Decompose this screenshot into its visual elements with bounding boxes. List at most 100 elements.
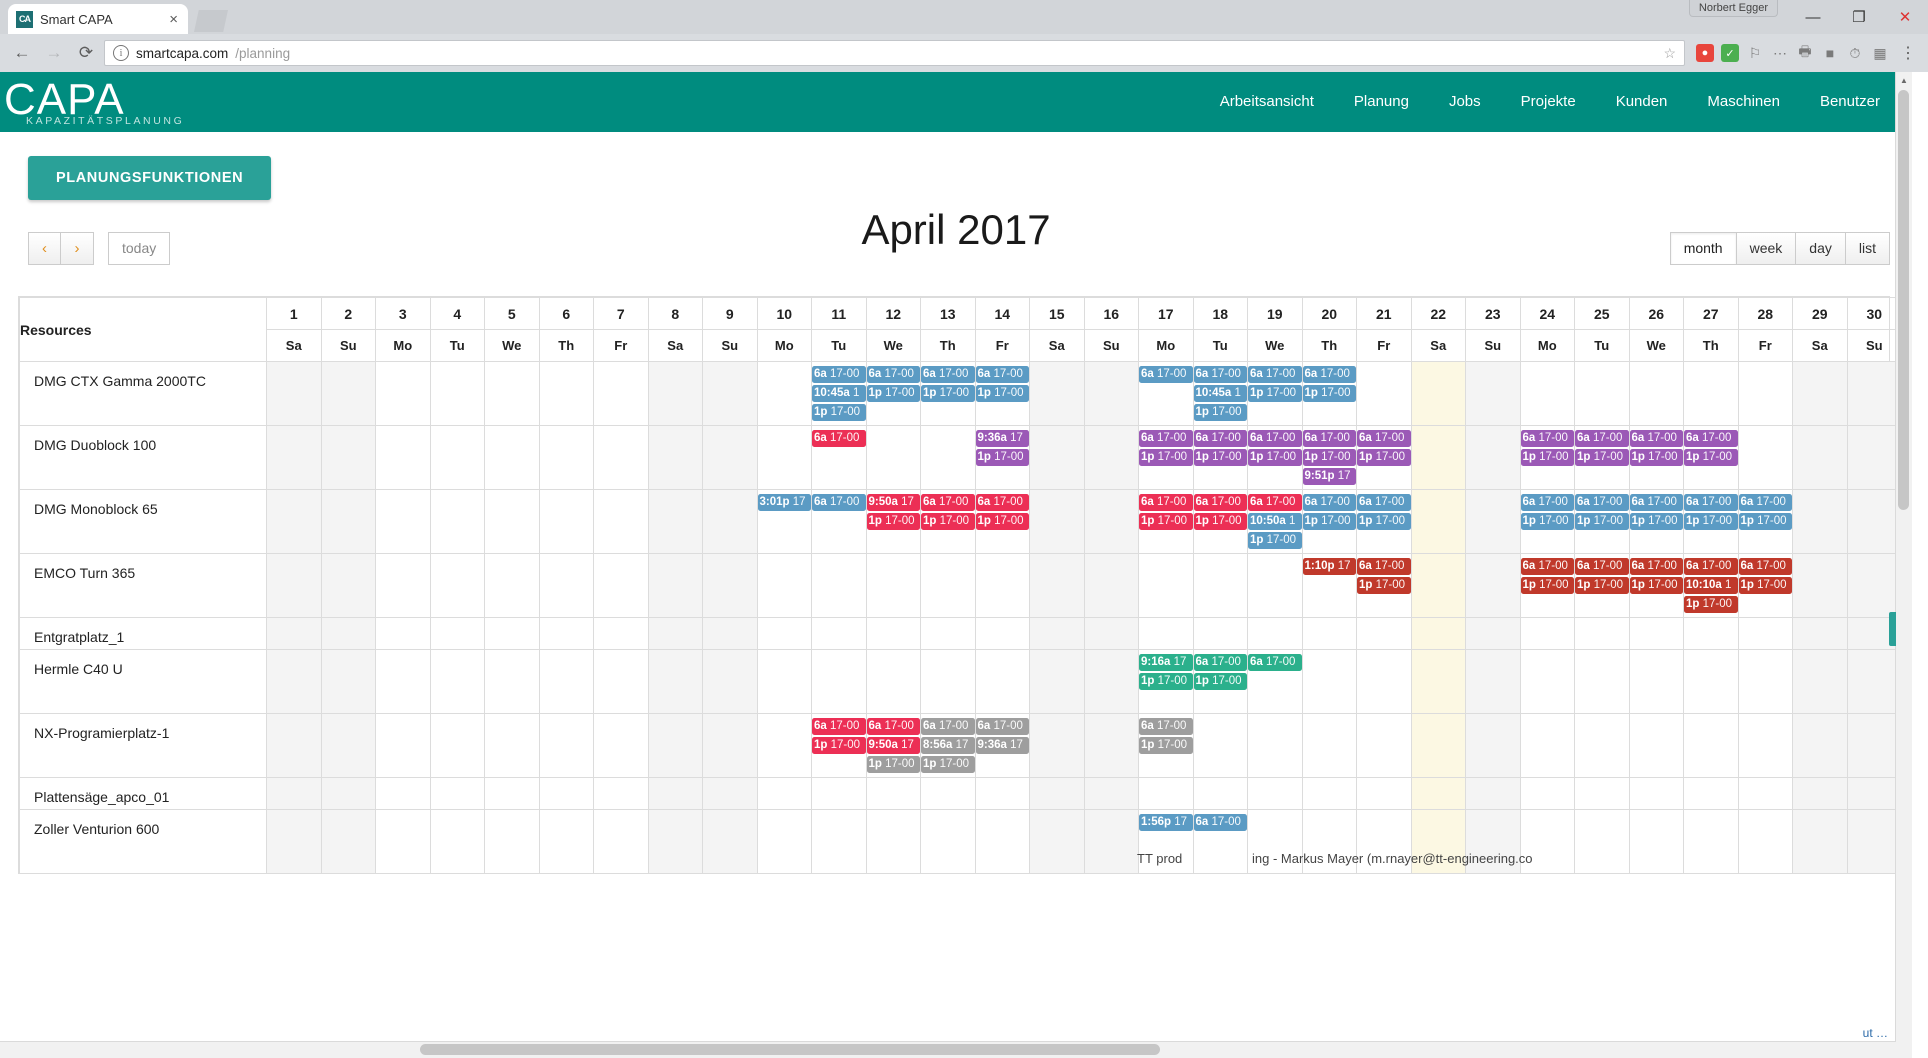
calendar-event[interactable]: 6a 17-00 bbox=[1139, 718, 1193, 735]
calendar-cell[interactable] bbox=[920, 553, 976, 618]
calendar-event[interactable]: 1p 17-00 bbox=[1248, 449, 1302, 466]
calendar-cell[interactable] bbox=[1192, 617, 1248, 650]
calendar-cell[interactable] bbox=[1519, 361, 1575, 426]
resource-name[interactable]: DMG Monoblock 65 bbox=[19, 489, 267, 554]
calendar-cell[interactable] bbox=[811, 649, 867, 714]
calendar-cell[interactable] bbox=[538, 553, 594, 618]
browser-profile-chip[interactable]: Norbert Egger bbox=[1688, 0, 1778, 17]
calendar-cell[interactable] bbox=[647, 489, 703, 554]
calendar-cell[interactable]: 6a 17-00 1p 17-00 bbox=[1356, 553, 1412, 618]
browser-tab[interactable]: CA Smart CAPA × bbox=[8, 4, 188, 34]
calendar-cell[interactable]: 6a 17-00 1p 17-00 bbox=[974, 361, 1030, 426]
calendar-cell[interactable] bbox=[1792, 361, 1848, 426]
calendar-cell[interactable] bbox=[1356, 713, 1412, 778]
calendar-cell[interactable] bbox=[1356, 361, 1412, 426]
calendar-cell[interactable] bbox=[702, 425, 758, 490]
calendar-cell[interactable] bbox=[266, 489, 322, 554]
calendar-cell[interactable]: 6a 17-00 1p 17-00 bbox=[1247, 425, 1303, 490]
view-week-button[interactable]: week bbox=[1736, 231, 1797, 265]
view-day-button[interactable]: day bbox=[1796, 231, 1846, 265]
calendar-event[interactable]: 1p 17-00 bbox=[1575, 577, 1629, 594]
calendar-event[interactable]: 6a 17-00 bbox=[1629, 430, 1683, 447]
calendar-event[interactable]: 1p 17-00 bbox=[1357, 577, 1411, 594]
calendar-event[interactable]: 1p 17-00 bbox=[1193, 513, 1247, 530]
calendar-cell[interactable] bbox=[1247, 617, 1303, 650]
calendar-event[interactable]: 10:10a 1 bbox=[1684, 577, 1738, 594]
calendar-cell[interactable]: 6a 17-00 1p 17-00 bbox=[1737, 489, 1793, 554]
calendar-cell[interactable] bbox=[865, 553, 921, 618]
calendar-cell[interactable] bbox=[1792, 489, 1848, 554]
calendar-cell[interactable] bbox=[1574, 617, 1630, 650]
resource-name[interactable]: EMCO Turn 365 bbox=[19, 553, 267, 618]
calendar-cell[interactable] bbox=[702, 361, 758, 426]
calendar-cell[interactable] bbox=[593, 425, 649, 490]
resource-name[interactable]: Plattensäge_apco_01 bbox=[19, 777, 267, 810]
calendar-cell[interactable] bbox=[1846, 425, 1902, 490]
browser-menu-icon[interactable]: ⋮ bbox=[1896, 43, 1920, 63]
calendar-event[interactable]: 1p 17-00 bbox=[1520, 577, 1574, 594]
nav-item-maschinen[interactable]: Maschinen bbox=[1687, 72, 1800, 132]
calendar-cell[interactable]: 6a 17-00 bbox=[811, 489, 867, 554]
calendar-cell[interactable] bbox=[756, 361, 812, 426]
calendar-event[interactable]: 1:56p 17 bbox=[1139, 814, 1193, 831]
calendar-cell[interactable] bbox=[538, 617, 594, 650]
calendar-cell[interactable]: 6a 17-00 1p 17-00 bbox=[1519, 425, 1575, 490]
calendar-cell[interactable] bbox=[1574, 649, 1630, 714]
calendar-event[interactable]: 9:50a 17 bbox=[866, 494, 920, 511]
calendar-event[interactable]: 6a 17-00 bbox=[1193, 654, 1247, 671]
calendar-event[interactable]: 9:36a 17 bbox=[975, 737, 1029, 754]
calendar-event[interactable]: 9:51p 17 bbox=[1302, 468, 1356, 485]
calendar-cell[interactable] bbox=[1737, 425, 1793, 490]
calendar-event[interactable]: 6a 17-00 bbox=[812, 430, 866, 447]
calendar-cell[interactable] bbox=[1519, 617, 1575, 650]
resource-name[interactable]: Entgratplatz_1 bbox=[19, 617, 267, 650]
calendar-cell[interactable] bbox=[974, 777, 1030, 810]
calendar-event[interactable]: 6a 17-00 bbox=[1193, 366, 1247, 383]
calendar-event[interactable]: 6a 17-00 bbox=[1520, 558, 1574, 575]
calendar-cell[interactable] bbox=[484, 713, 540, 778]
calendar-cell[interactable] bbox=[1628, 361, 1684, 426]
calendar-event[interactable]: 6a 17-00 bbox=[1357, 494, 1411, 511]
calendar-cell[interactable] bbox=[320, 553, 376, 618]
calendar-cell[interactable] bbox=[320, 777, 376, 810]
calendar-cell[interactable] bbox=[484, 617, 540, 650]
calendar-cell[interactable] bbox=[538, 489, 594, 554]
calendar-cell[interactable] bbox=[647, 425, 703, 490]
calendar-cell[interactable]: 6a 17-00 10:45a 1 1p 17-00 bbox=[811, 361, 867, 426]
calendar-cell[interactable] bbox=[1192, 777, 1248, 810]
calendar-cell[interactable] bbox=[647, 649, 703, 714]
calendar-event[interactable]: 3:01p 17 bbox=[757, 494, 811, 511]
calendar-cell[interactable] bbox=[702, 617, 758, 650]
calendar-cell[interactable]: 6a 17-00 bbox=[1138, 361, 1194, 426]
calendar-cell[interactable] bbox=[1683, 361, 1739, 426]
calendar-cell[interactable] bbox=[1737, 649, 1793, 714]
calendar-cell[interactable]: 6a 17-00 bbox=[1247, 649, 1303, 714]
calendar-cell[interactable] bbox=[538, 713, 594, 778]
calendar-cell[interactable] bbox=[811, 777, 867, 810]
calendar-cell[interactable] bbox=[1737, 777, 1793, 810]
calendar-cell[interactable] bbox=[702, 777, 758, 810]
calendar-event[interactable]: 10:45a 1 bbox=[812, 385, 866, 402]
calendar-cell[interactable] bbox=[1410, 713, 1466, 778]
calendar-cell[interactable]: 6a 17-00 bbox=[811, 425, 867, 490]
calendar-cell[interactable] bbox=[756, 425, 812, 490]
calendar-cell[interactable]: 1:10p 17 bbox=[1301, 553, 1357, 618]
calendar-event[interactable]: 6a 17-00 bbox=[1193, 494, 1247, 511]
calendar-event[interactable]: 6a 17-00 bbox=[1520, 430, 1574, 447]
calendar-cell[interactable] bbox=[266, 617, 322, 650]
calendar-cell[interactable] bbox=[702, 489, 758, 554]
calendar-event[interactable]: 6a 17-00 bbox=[1139, 494, 1193, 511]
nav-item-jobs[interactable]: Jobs bbox=[1429, 72, 1501, 132]
calendar-cell[interactable] bbox=[1628, 617, 1684, 650]
calendar-cell[interactable] bbox=[429, 713, 485, 778]
calendar-event[interactable]: 1p 17-00 bbox=[975, 385, 1029, 402]
calendar-cell[interactable]: 6a 17-00 1p 17-00 bbox=[1138, 713, 1194, 778]
calendar-cell[interactable] bbox=[375, 713, 431, 778]
calendar-cell[interactable] bbox=[1628, 713, 1684, 778]
calendar-cell[interactable] bbox=[1029, 777, 1085, 810]
calendar-event[interactable]: 1p 17-00 bbox=[812, 737, 866, 754]
calendar-cell[interactable] bbox=[1519, 649, 1575, 714]
calendar-cell[interactable] bbox=[974, 649, 1030, 714]
resource-name[interactable]: NX-Programierplatz-1 bbox=[19, 713, 267, 778]
calendar-cell[interactable]: 6a 17-00 1p 17-00 bbox=[1519, 489, 1575, 554]
